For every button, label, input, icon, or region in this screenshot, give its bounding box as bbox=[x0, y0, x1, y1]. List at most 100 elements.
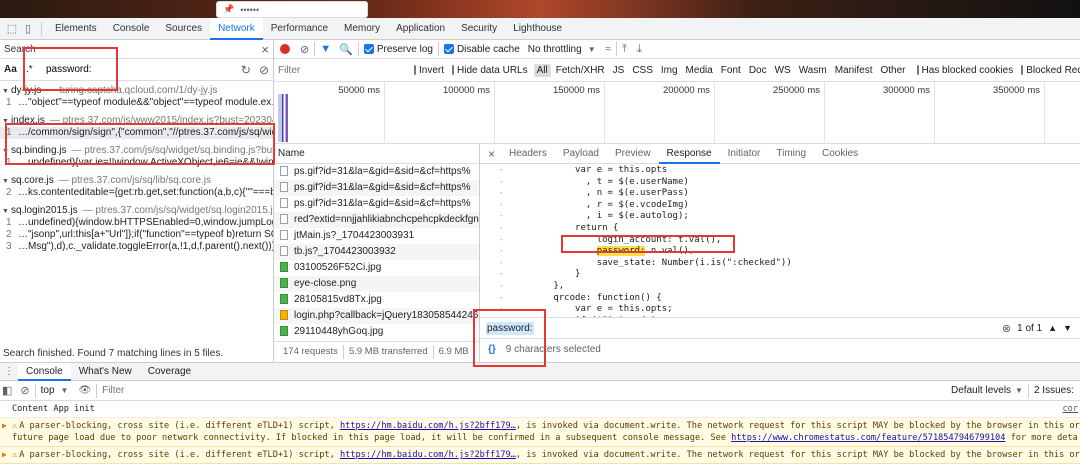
drawer-tab-console[interactable]: Console bbox=[18, 362, 71, 381]
find-next-icon[interactable]: ▼ bbox=[1063, 323, 1072, 333]
blocked-cookies-checkbox[interactable] bbox=[916, 65, 919, 75]
invert-checkbox[interactable] bbox=[414, 65, 416, 75]
throttling-select[interactable]: No throttling bbox=[528, 44, 582, 55]
record-icon[interactable] bbox=[280, 44, 290, 54]
find-count: 1 of 1 bbox=[1017, 322, 1043, 334]
sidebar-toggle-icon[interactable]: ◧ bbox=[2, 384, 12, 397]
search-input[interactable] bbox=[46, 61, 226, 78]
close-icon[interactable]: × bbox=[261, 42, 269, 57]
search-result-line[interactable]: 2 …ks.contenteditable={get:rb.get,set:fun… bbox=[0, 187, 273, 199]
wifi-icon[interactable]: ≈ bbox=[606, 44, 612, 55]
search-result-line[interactable]: 3 …Msg"),d),c._validate.toggleError(a,!1,… bbox=[0, 241, 273, 253]
message-link[interactable]: https://hm.baidu.com/h.js?2bff179… bbox=[340, 421, 516, 431]
console-filter-input[interactable] bbox=[102, 383, 603, 398]
find-input[interactable]: password: bbox=[486, 321, 534, 335]
clear-log-icon[interactable]: ⊘ bbox=[300, 43, 309, 56]
pretty-print-icon[interactable]: {} bbox=[488, 344, 496, 355]
filter-input[interactable] bbox=[278, 62, 410, 78]
request-row[interactable]: ps.gif?id=31&la=&gid=&sid=&cf=https% bbox=[274, 196, 479, 212]
timeline-overview[interactable]: 50000 ms 100000 ms 150000 ms 200000 ms 25000… bbox=[274, 82, 1080, 144]
type-filter-doc[interactable]: Doc bbox=[746, 64, 770, 77]
search-result-line[interactable]: 2 …"jsonp",url:this[a+"Url"]};if("functio… bbox=[0, 229, 273, 241]
search-icon[interactable]: 🔍 bbox=[339, 43, 353, 56]
type-filter-img[interactable]: Img bbox=[658, 64, 681, 77]
preserve-log-checkbox[interactable] bbox=[363, 44, 374, 54]
tab-lighthouse[interactable]: Lighthouse bbox=[505, 18, 570, 40]
find-prev-icon[interactable]: ▲ bbox=[1048, 323, 1057, 333]
message-link[interactable]: https://www.chromestatus.com/feature/571… bbox=[731, 433, 1005, 443]
issues-badge[interactable]: 2 Issues: bbox=[1034, 385, 1074, 396]
request-row[interactable]: 29110448yhGoq.jpg bbox=[274, 324, 479, 340]
line-text: …undefined){var ie=!!window.ActiveXObjec… bbox=[18, 157, 273, 168]
request-row[interactable]: ps.gif?id=31&la=&gid=&sid=&cf=https% bbox=[274, 164, 479, 180]
blocked-requests-checkbox[interactable] bbox=[1021, 65, 1024, 75]
type-filter-manifest[interactable]: Manifest bbox=[832, 64, 876, 77]
detail-tab-headers[interactable]: Headers bbox=[501, 144, 555, 164]
tab-memory[interactable]: Memory bbox=[336, 18, 388, 40]
search-result-line[interactable]: 1 …undefined){window.bHTTPSEnabled=0,wind… bbox=[0, 217, 273, 229]
detail-tab-initiator[interactable]: Initiator bbox=[720, 144, 769, 164]
detail-tab-preview[interactable]: Preview bbox=[607, 144, 659, 164]
download-icon[interactable]: ⤓ bbox=[637, 43, 642, 56]
type-filter-fetchxhr[interactable]: Fetch/XHR bbox=[553, 64, 608, 77]
type-filter-wasm[interactable]: Wasm bbox=[796, 64, 830, 77]
filter-icon[interactable]: ▼ bbox=[320, 43, 331, 55]
search-result-line[interactable]: 1 …"object"==typeof module&&"object"==typ… bbox=[0, 97, 273, 109]
name-column-header[interactable]: Name bbox=[278, 148, 305, 159]
detail-tab-cookies[interactable]: Cookies bbox=[814, 144, 866, 164]
levels-select[interactable]: Default levels bbox=[951, 385, 1011, 396]
type-filter-css[interactable]: CSS bbox=[629, 64, 656, 77]
request-row[interactable]: 03100526F52Ci.jpg bbox=[274, 260, 479, 276]
hide-data-checkbox[interactable] bbox=[452, 65, 455, 75]
type-filter-js[interactable]: JS bbox=[610, 64, 628, 77]
drawer-tab-whatsnew[interactable]: What's New bbox=[71, 363, 140, 381]
close-detail-icon[interactable]: × bbox=[488, 147, 495, 161]
tab-application[interactable]: Application bbox=[388, 18, 453, 40]
type-filter-all[interactable]: All bbox=[533, 63, 551, 77]
device-toggle-icon[interactable]: ▯ bbox=[20, 22, 36, 35]
type-filter-other[interactable]: Other bbox=[877, 64, 908, 77]
clear-console-icon[interactable]: ⊘ bbox=[20, 384, 29, 397]
type-filter-media[interactable]: Media bbox=[683, 64, 716, 77]
request-row[interactable]: jtMain.js?_1704423003931 bbox=[274, 228, 479, 244]
eye-icon[interactable]: 👁 bbox=[78, 385, 91, 396]
request-row[interactable]: ps.gif?id=31&la=&gid=&sid=&cf=https% bbox=[274, 180, 479, 196]
type-filter-font[interactable]: Font bbox=[718, 64, 744, 77]
request-row[interactable]: login.php?callback=jQuery183058544246… bbox=[274, 308, 479, 324]
disable-cache-checkbox[interactable] bbox=[443, 44, 454, 54]
drawer-tab-coverage[interactable]: Coverage bbox=[140, 363, 199, 381]
search-result-file[interactable]: ▼ sq.binding.js — ptres.37.com/js/sq/widge… bbox=[0, 145, 273, 157]
search-result-line[interactable]: 1 …/common/sign/sign",{"common","//ptres.… bbox=[0, 127, 273, 139]
match-case-button[interactable]: Aa bbox=[4, 64, 22, 75]
search-result-file[interactable]: ▼ sq.core.js — ptres.37.com/js/sq/lib/sq.c… bbox=[0, 175, 273, 187]
tab-network[interactable]: Network bbox=[210, 17, 263, 40]
address-bar[interactable]: 📌 •••••• bbox=[216, 1, 368, 18]
tab-security[interactable]: Security bbox=[453, 18, 505, 40]
request-row[interactable]: eye-close.png bbox=[274, 276, 479, 292]
regex-button[interactable]: .* bbox=[26, 64, 40, 75]
detail-tab-response[interactable]: Response bbox=[658, 144, 720, 164]
refresh-icon[interactable]: ↻ bbox=[241, 63, 251, 77]
tab-sources[interactable]: Sources bbox=[157, 18, 210, 40]
search-result-file[interactable]: ▼ index.js — ptres.37.com/js/www2015/index… bbox=[0, 115, 273, 127]
detail-tab-timing[interactable]: Timing bbox=[768, 144, 814, 164]
request-row[interactable]: tb.js?_1704423003932 bbox=[274, 244, 479, 260]
tab-elements[interactable]: Elements bbox=[47, 18, 105, 40]
drawer-menu-icon[interactable]: ⋮ bbox=[0, 366, 18, 377]
search-result-line[interactable]: 1 …undefined){var ie=!!window.ActiveXObje… bbox=[0, 157, 273, 169]
timeline-tick-label: 300000 ms bbox=[882, 85, 930, 96]
upload-icon[interactable]: ⤒ bbox=[622, 43, 627, 56]
tab-performance[interactable]: Performance bbox=[263, 18, 336, 40]
message-source-link[interactable]: cor bbox=[1062, 403, 1078, 415]
detail-tab-payload[interactable]: Payload bbox=[555, 144, 607, 164]
tab-console[interactable]: Console bbox=[105, 18, 158, 40]
clear-icon[interactable]: ⊘ bbox=[259, 63, 269, 77]
search-result-file[interactable]: ▼ sq.login2015.js — ptres.37.com/js/sq/wid… bbox=[0, 205, 273, 217]
request-row[interactable]: red?extid=nnjjahlikiabnchcpehcpkdeckfgn bbox=[274, 212, 479, 228]
clear-find-icon[interactable]: ⊗ bbox=[1002, 322, 1011, 335]
context-select[interactable]: top bbox=[41, 385, 55, 396]
search-result-file[interactable]: ▼ dy-jy.js — turing.captcha.qcloud.com/1/d… bbox=[0, 85, 273, 97]
inspect-icon[interactable]: ⬚ bbox=[4, 22, 20, 35]
type-filter-ws[interactable]: WS bbox=[772, 64, 794, 77]
request-row[interactable]: 28105815vd8Tx.jpg bbox=[274, 292, 479, 308]
